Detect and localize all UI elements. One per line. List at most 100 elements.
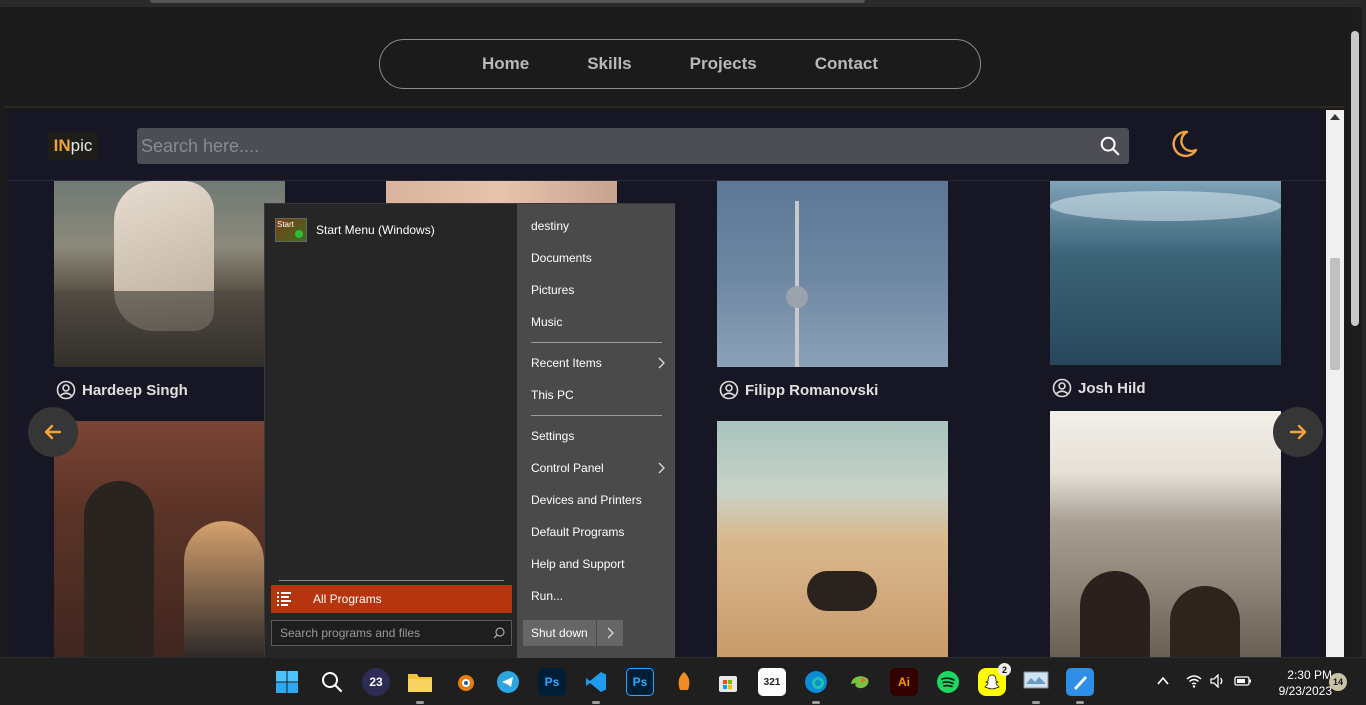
photo-couple[interactable] — [54, 421, 285, 657]
search-icon[interactable] — [493, 627, 505, 639]
browser-top-strip — [0, 0, 1366, 7]
photo-hardeep[interactable] — [54, 181, 285, 367]
menu-item-destiny[interactable]: destiny — [531, 219, 665, 233]
menu-item-documents[interactable]: Documents — [531, 251, 665, 265]
logo-in: IN — [53, 136, 71, 155]
outer-scrollbar[interactable] — [1348, 7, 1362, 657]
chevron-up-icon[interactable] — [1156, 674, 1170, 688]
outer-scroll-thumb[interactable] — [1351, 31, 1359, 326]
clock-time: 2:30 PM — [1287, 668, 1332, 682]
prev-button[interactable] — [28, 407, 78, 457]
menu-item-default-programs[interactable]: Default Programs — [531, 525, 665, 539]
file-explorer-icon[interactable] — [406, 668, 434, 704]
nav-home[interactable]: Home — [453, 54, 558, 74]
pinned-start-menu-windows[interactable]: Start Start Menu (Windows) — [275, 218, 435, 242]
search-icon[interactable] — [318, 668, 346, 696]
running-indicator — [1076, 701, 1084, 704]
menu-item-label: destiny — [531, 219, 570, 233]
blender-icon[interactable] — [450, 668, 478, 696]
photo-surf[interactable] — [1050, 181, 1281, 365]
inner-scroll-thumb[interactable] — [1330, 258, 1340, 370]
clock[interactable]: 2:30 PM 9/23/2023 — [1262, 667, 1332, 699]
arrow-left-icon — [44, 424, 62, 440]
tower-mast — [795, 201, 799, 367]
menu-item-control-panel[interactable]: Control Panel — [531, 461, 665, 475]
search-input[interactable] — [137, 128, 1087, 164]
chevron-right-icon — [607, 627, 614, 639]
all-programs-label: All Programs — [313, 592, 382, 606]
next-button[interactable] — [1273, 407, 1323, 457]
photoshop-alt-icon[interactable]: Ps — [626, 668, 654, 696]
menu-item-help-support[interactable]: Help and Support — [531, 557, 665, 571]
clapper-board-icon[interactable]: 321 — [758, 668, 786, 696]
edge-icon[interactable] — [802, 668, 830, 704]
menu-item-recent-items[interactable]: Recent Items — [531, 356, 665, 370]
photo-tower[interactable] — [717, 181, 948, 367]
photo-mountains[interactable] — [1050, 411, 1281, 657]
illustrator-icon[interactable]: Ai — [890, 668, 918, 696]
start-search-input[interactable] — [272, 621, 482, 645]
chevron-right-icon — [658, 462, 665, 474]
paint-icon[interactable] — [1066, 668, 1094, 704]
telegram-icon[interactable] — [494, 668, 522, 696]
photoshop-icon[interactable]: Ps — [538, 668, 566, 696]
nav-skills[interactable]: Skills — [558, 54, 660, 74]
windows-start-icon[interactable] — [273, 668, 301, 696]
menu-item-settings[interactable]: Settings — [531, 429, 665, 443]
chameleon-icon[interactable] — [846, 668, 874, 696]
shutdown-button[interactable]: Shut down — [523, 620, 596, 646]
taskbar: 23 Ps Ps 321 Ai 2 2:30 PM 9/23/2023 14 — [0, 657, 1366, 705]
inpic-logo[interactable]: IN pic — [48, 132, 98, 160]
nav-projects[interactable]: Projects — [661, 54, 786, 74]
nav-contact[interactable]: Contact — [786, 54, 907, 74]
moon-icon[interactable] — [1168, 128, 1200, 160]
battery-icon[interactable] — [1234, 674, 1252, 688]
search-icon[interactable] — [1099, 135, 1121, 157]
main-nav: Home Skills Projects Contact — [379, 39, 981, 89]
scroll-up-arrow[interactable] — [1330, 114, 1340, 120]
list-icon — [277, 592, 291, 606]
app-23-label: 23 — [369, 675, 383, 689]
menu-item-label: This PC — [531, 388, 574, 402]
menu-item-run[interactable]: Run... — [531, 589, 665, 603]
caption-hardeep: Hardeep Singh — [56, 380, 188, 400]
spotify-icon[interactable] — [934, 668, 962, 696]
menu-item-label: Pictures — [531, 283, 575, 297]
monitor-icon[interactable] — [1022, 668, 1050, 704]
menu-item-this-pc[interactable]: This PC — [531, 388, 665, 402]
photo-smile[interactable] — [386, 181, 617, 203]
arrow-right-icon — [1289, 424, 1307, 440]
menu-item-label: Control Panel — [531, 461, 604, 475]
menu-item-pictures[interactable]: Pictures — [531, 283, 665, 297]
clock-date: 9/23/2023 — [1278, 684, 1332, 698]
menu-item-label: Recent Items — [531, 356, 602, 370]
all-programs-button[interactable]: All Programs — [271, 585, 512, 613]
start-search-box — [271, 620, 512, 646]
app-23-icon[interactable]: 23 — [362, 668, 390, 696]
badge-count: 2 — [1001, 664, 1007, 675]
notification-badge: 2 — [998, 663, 1011, 676]
search-bar — [137, 128, 1129, 164]
menu-item-label: Documents — [531, 251, 592, 265]
menu-item-label: Settings — [531, 429, 575, 443]
vscode-icon[interactable] — [582, 668, 610, 704]
user-circle-icon — [1052, 378, 1072, 398]
wifi-icon[interactable] — [1186, 674, 1202, 688]
photo-woman-1 — [1080, 571, 1150, 657]
notification-center-badge[interactable]: 14 — [1329, 673, 1347, 691]
user-circle-icon — [719, 380, 739, 400]
running-indicator — [1032, 701, 1040, 704]
address-pill — [150, 0, 865, 3]
photo-wave — [1050, 191, 1281, 221]
volume-icon[interactable] — [1210, 674, 1226, 688]
shutdown-options-button[interactable] — [597, 620, 623, 646]
start-menu-right-pane: destiny Documents Pictures Music Recent … — [517, 204, 675, 658]
snapchat-icon[interactable]: 2 — [978, 663, 1011, 696]
menu-item-devices-printers[interactable]: Devices and Printers — [531, 493, 665, 507]
photo-desert[interactable] — [717, 421, 948, 657]
menu-item-music[interactable]: Music — [531, 315, 665, 329]
inner-scrollbar[interactable] — [1326, 110, 1344, 657]
caption-filipp: Filipp Romanovski — [719, 380, 878, 400]
fl-studio-icon[interactable] — [670, 668, 698, 696]
microsoft-store-icon[interactable] — [714, 668, 742, 696]
